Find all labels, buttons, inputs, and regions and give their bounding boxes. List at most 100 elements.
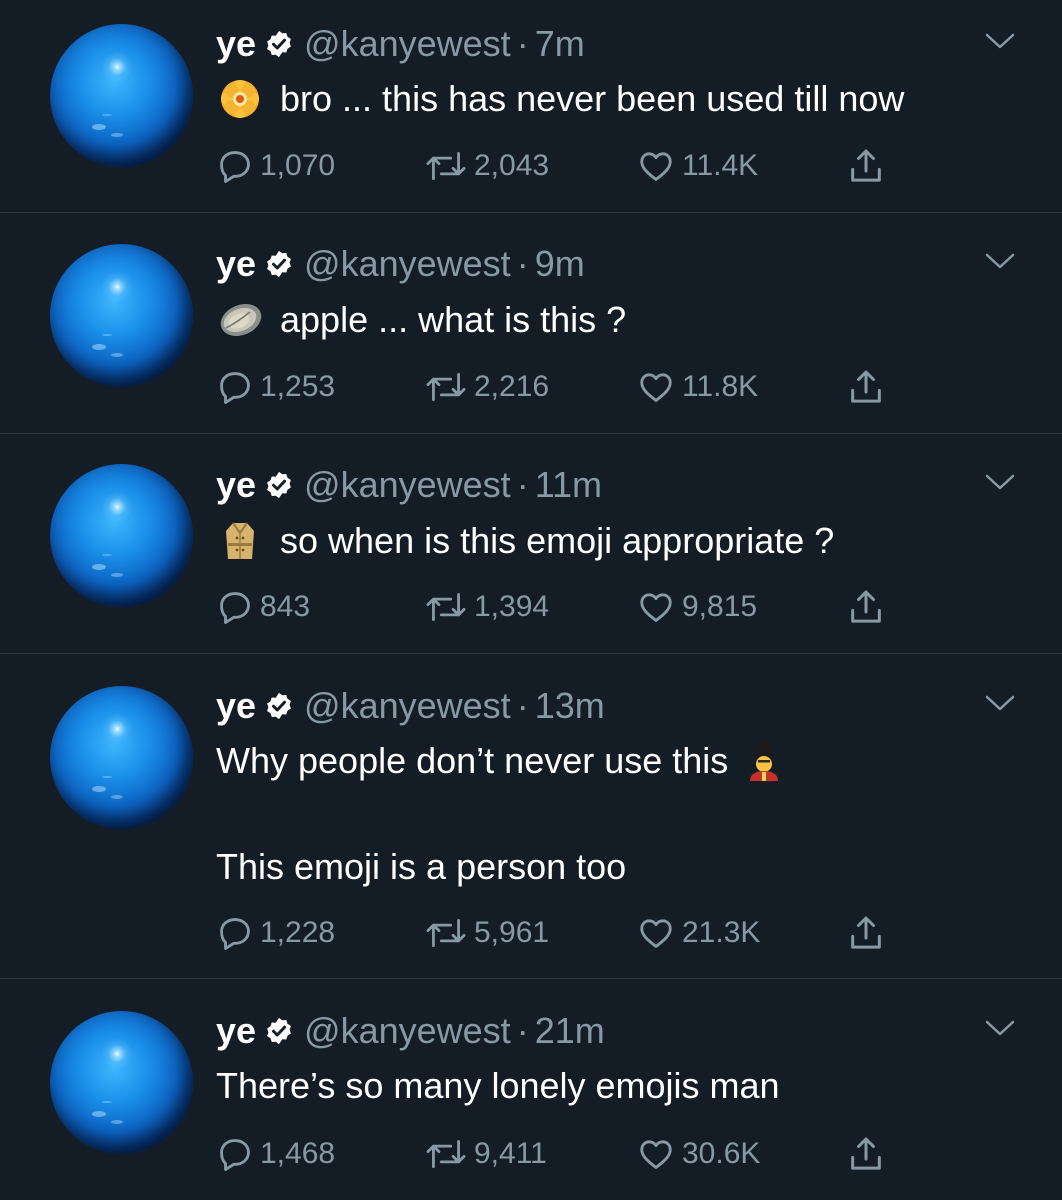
tweet-line: There’s so many lonely emojis man — [216, 1065, 780, 1106]
share-icon — [851, 590, 881, 623]
retweet-count: 1,394 — [474, 590, 550, 623]
tweet-header: ye @kanyewest · 13m — [216, 684, 605, 728]
user-handle[interactable]: @kanyewest — [304, 685, 511, 727]
tweet-header: ye @kanyewest · 9m — [216, 242, 585, 286]
tweet-text: so when is this emoji appropriate ? — [216, 518, 1036, 564]
like-count: 9,815 — [682, 590, 758, 623]
tweet-timestamp[interactable]: 9m — [535, 243, 585, 285]
tweet-item[interactable]: ye @kanyewest · 9m apple ... what is thi… — [0, 213, 1062, 434]
tweet-item[interactable]: ye @kanyewest · 21m There’s so many lone… — [0, 979, 1062, 1200]
avatar[interactable] — [50, 1011, 193, 1154]
heart-icon — [640, 373, 672, 402]
retweet-button[interactable]: 1,394 — [424, 587, 549, 627]
tweet-line: apple ... what is this ? — [280, 299, 627, 340]
chevron-down-icon[interactable] — [983, 692, 1017, 714]
tweet-header: ye @kanyewest · 7m — [216, 22, 585, 66]
chevron-down-icon[interactable] — [983, 30, 1017, 52]
retweet-count: 5,961 — [474, 916, 550, 949]
tweet-header: ye @kanyewest · 21m — [216, 1009, 605, 1053]
user-handle[interactable]: @kanyewest — [304, 464, 511, 506]
retweet-button[interactable]: 5,961 — [424, 913, 549, 953]
tweet-actions: 1,228 5,961 21.3K — [216, 913, 916, 953]
display-name[interactable]: ye — [216, 23, 256, 65]
share-icon — [851, 149, 881, 182]
tweet-item[interactable]: ye @kanyewest · 7m bro ... this has neve… — [0, 0, 1062, 213]
reply-count: 843 — [260, 590, 311, 623]
reply-count: 1,468 — [260, 1137, 336, 1170]
share-button[interactable] — [846, 367, 886, 407]
retweet-button[interactable]: 2,043 — [424, 146, 549, 186]
reply-count: 1,228 — [260, 916, 336, 949]
avatar[interactable] — [50, 244, 193, 387]
tweet-actions: 1,253 2,216 11.8K — [216, 367, 916, 407]
avatar[interactable] — [50, 464, 193, 607]
display-name[interactable]: ye — [216, 685, 256, 727]
tweet-line: Why people don’t never use this — [216, 740, 729, 781]
tweet-item[interactable]: ye @kanyewest · 13m Why people don’t nev… — [0, 654, 1062, 979]
retweet-icon — [426, 593, 466, 621]
heart-icon — [640, 1140, 672, 1169]
like-button[interactable]: 21.3K — [636, 913, 760, 953]
reply-icon — [220, 372, 250, 404]
tweet-text: Why people don’t never use this This emo… — [216, 738, 1036, 890]
like-button[interactable]: 11.4K — [636, 146, 758, 186]
retweet-button[interactable]: 9,411 — [424, 1134, 547, 1174]
tweet-text: apple ... what is this ? — [216, 297, 1036, 343]
verified-badge-icon — [267, 1017, 291, 1045]
tweet-timestamp[interactable]: 11m — [535, 464, 602, 506]
reply-button[interactable]: 1,468 — [216, 1134, 335, 1174]
display-name[interactable]: ye — [216, 464, 256, 506]
tweet-timestamp[interactable]: 7m — [535, 23, 585, 65]
verified-badge-icon — [267, 250, 291, 278]
user-handle[interactable]: @kanyewest — [304, 243, 511, 285]
tweet-item[interactable]: ye @kanyewest · 11m so when is this emoj… — [0, 434, 1062, 654]
like-button[interactable]: 9,815 — [636, 587, 757, 627]
user-handle[interactable]: @kanyewest — [304, 23, 511, 65]
avatar[interactable] — [50, 686, 193, 829]
reply-button[interactable]: 843 — [216, 587, 310, 627]
retweet-icon — [426, 919, 466, 947]
display-name[interactable]: ye — [216, 1010, 256, 1052]
flower-emoji-icon — [221, 80, 259, 118]
share-icon — [851, 370, 881, 403]
share-button[interactable] — [846, 1134, 886, 1174]
tweet-line: so when is this emoji appropriate ? — [280, 520, 835, 561]
reply-count: 1,070 — [260, 149, 336, 182]
avatar[interactable] — [50, 24, 193, 167]
reply-icon — [220, 918, 250, 950]
reply-button[interactable]: 1,228 — [216, 913, 335, 953]
tweet-timestamp[interactable]: 13m — [535, 685, 605, 727]
like-button[interactable]: 11.8K — [636, 367, 758, 407]
like-count: 30.6K — [682, 1137, 761, 1170]
user-handle[interactable]: @kanyewest — [304, 1010, 511, 1052]
reply-button[interactable]: 1,253 — [216, 367, 335, 407]
trenchcoat-emoji-icon — [226, 522, 254, 559]
share-button[interactable] — [846, 146, 886, 186]
heart-icon — [640, 919, 672, 948]
separator-dot: · — [516, 23, 529, 64]
heart-icon — [640, 593, 672, 622]
retweet-icon — [426, 152, 466, 180]
like-count: 11.8K — [682, 370, 759, 403]
like-button[interactable]: 30.6K — [636, 1134, 760, 1174]
retweet-button[interactable]: 2,216 — [424, 367, 549, 407]
reply-button[interactable]: 1,070 — [216, 146, 335, 186]
separator-dot: · — [516, 243, 529, 284]
retweet-icon — [426, 1140, 466, 1168]
reply-icon — [220, 1139, 250, 1171]
reply-icon — [220, 592, 250, 624]
share-button[interactable] — [846, 587, 886, 627]
tweet-timestamp[interactable]: 21m — [535, 1010, 605, 1052]
separator-dot: · — [516, 1010, 529, 1051]
chevron-down-icon[interactable] — [983, 250, 1017, 272]
retweet-count: 2,216 — [474, 370, 550, 403]
reply-count: 1,253 — [260, 370, 336, 403]
retweet-icon — [426, 373, 466, 401]
tweet-actions: 1,070 2,043 11.4K — [216, 146, 916, 186]
share-button[interactable] — [846, 913, 886, 953]
tweet-text: bro ... this has never been used till no… — [216, 76, 1036, 122]
display-name[interactable]: ye — [216, 243, 256, 285]
chevron-down-icon[interactable] — [983, 1017, 1017, 1039]
chevron-down-icon[interactable] — [983, 471, 1017, 493]
share-icon — [851, 1137, 881, 1170]
